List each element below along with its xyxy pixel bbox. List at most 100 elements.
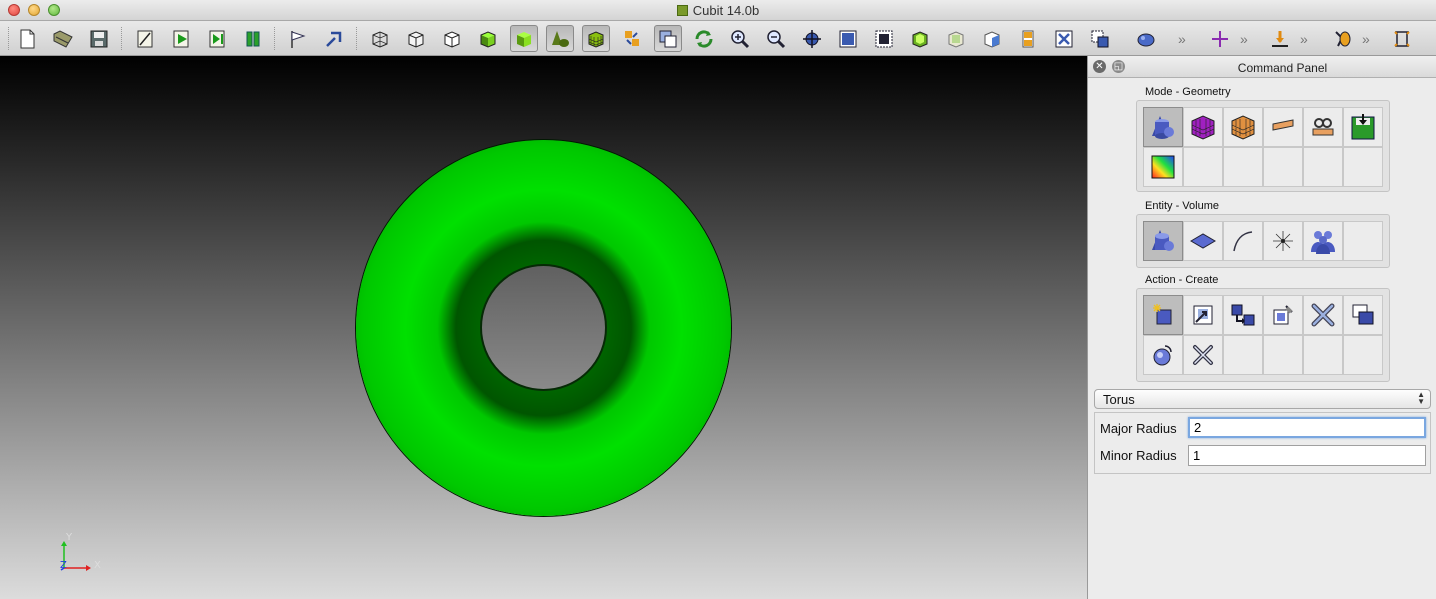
fit-selected-button[interactable] xyxy=(870,25,898,52)
fit-selected-icon xyxy=(875,30,893,47)
minor-radius-label: Minor Radius xyxy=(1100,448,1177,463)
copy-icon xyxy=(1231,304,1255,326)
mode-mesh-button[interactable] xyxy=(1183,107,1223,147)
navigate-button[interactable] xyxy=(1132,25,1160,52)
play-step-button[interactable] xyxy=(203,25,231,52)
zoom-window-button[interactable] xyxy=(1050,25,1078,52)
save-file-button[interactable] xyxy=(85,25,113,52)
transform-icon xyxy=(1193,305,1213,325)
entity-group-button[interactable] xyxy=(1303,221,1343,261)
view-mesh-button[interactable] xyxy=(582,25,610,52)
play-journal-icon xyxy=(173,30,189,47)
mode-analysis-button[interactable] xyxy=(1143,147,1183,187)
action-modify-button[interactable] xyxy=(1263,295,1303,335)
view-transparent-button[interactable] xyxy=(618,25,646,52)
plus-point-icon xyxy=(1212,30,1228,47)
entity-vertex-button[interactable] xyxy=(1263,221,1303,261)
open-file-button[interactable] xyxy=(49,25,77,52)
title-bar: Cubit 14.0b xyxy=(0,0,1436,21)
major-radius-input[interactable] xyxy=(1188,417,1426,438)
panel-title: Command Panel xyxy=(1237,61,1328,75)
import-button[interactable] xyxy=(1266,25,1294,52)
mode-material-button[interactable] xyxy=(1303,107,1343,147)
mode-group xyxy=(1136,100,1390,192)
flag-button[interactable] xyxy=(284,25,312,52)
entity-surface-button[interactable] xyxy=(1183,221,1223,261)
view-geometry-button[interactable] xyxy=(546,25,574,52)
crosshair-icon xyxy=(803,29,821,48)
view-hidden-line-button[interactable] xyxy=(402,25,430,52)
entity-label: Entity - Volume xyxy=(1145,200,1219,212)
torus-hole xyxy=(480,264,607,391)
toolbar-separator xyxy=(121,27,123,50)
action-boolean-button[interactable] xyxy=(1343,295,1383,335)
surface-icon xyxy=(1190,233,1216,249)
mode-export-button[interactable] xyxy=(1343,107,1383,147)
mode-boundary-button[interactable] xyxy=(1263,107,1303,147)
toolbar-overflow-chevron[interactable]: » xyxy=(1178,31,1186,47)
geometry-shapes-icon xyxy=(552,30,569,47)
view-side-button[interactable] xyxy=(1014,25,1042,52)
journal-edit-button[interactable] xyxy=(131,25,159,52)
hidden-line-cube-icon xyxy=(408,30,424,48)
triad-z-label: Z xyxy=(60,560,67,571)
action-delete-button[interactable] xyxy=(1303,295,1343,335)
view-wireframe-button[interactable] xyxy=(366,25,394,52)
graphics-viewport[interactable]: Y X Z xyxy=(0,56,1087,599)
toolbar-separator xyxy=(8,27,10,50)
undo-icon xyxy=(326,31,342,47)
fit-screen-button[interactable] xyxy=(834,25,862,52)
outline-cube-icon xyxy=(444,30,460,48)
view-outline-button[interactable] xyxy=(438,25,466,52)
view-smooth-button[interactable] xyxy=(510,25,538,52)
webcut-icon xyxy=(1153,345,1172,366)
main-toolbar: » » » » xyxy=(0,21,1436,56)
center-view-button[interactable] xyxy=(798,25,826,52)
point-button[interactable] xyxy=(1206,25,1234,52)
analysis-icon xyxy=(1151,155,1175,179)
shape-type-select[interactable]: Torus ▲ ▼ xyxy=(1094,389,1431,409)
view-top-button[interactable] xyxy=(942,25,970,52)
action-empty-slot xyxy=(1263,335,1303,375)
zoom-out-button[interactable] xyxy=(762,25,790,52)
undo-button[interactable] xyxy=(320,25,348,52)
view-iso-button[interactable] xyxy=(906,25,934,52)
action-webcut-button[interactable] xyxy=(1143,335,1183,375)
mode-geometry-button[interactable] xyxy=(1143,107,1183,147)
mode-empty-slot xyxy=(1303,147,1343,187)
iso-cube-icon xyxy=(912,30,928,48)
pause-button[interactable] xyxy=(239,25,267,52)
toolbar-separator xyxy=(274,27,276,50)
toolbar-overflow-chevron[interactable]: » xyxy=(1300,31,1308,47)
action-create-button[interactable] xyxy=(1143,295,1183,335)
action-transform-button[interactable] xyxy=(1183,295,1223,335)
measure-button[interactable] xyxy=(1388,25,1416,52)
top-view-icon xyxy=(948,30,964,48)
new-file-button[interactable] xyxy=(13,25,41,52)
select-box-button[interactable] xyxy=(654,25,682,52)
delete-icon xyxy=(1311,303,1335,327)
refresh-button[interactable] xyxy=(690,25,718,52)
transparent-icon xyxy=(625,30,639,46)
smooth-cube-icon xyxy=(517,31,531,47)
action-empty-slot xyxy=(1223,335,1263,375)
toolbar-overflow-chevron[interactable]: » xyxy=(1240,31,1248,47)
play-journal-button[interactable] xyxy=(167,25,195,52)
entity-volume-button[interactable] xyxy=(1143,221,1183,261)
action-cleanup-button[interactable] xyxy=(1183,335,1223,375)
view-shaded-button[interactable] xyxy=(474,25,502,52)
tools-button[interactable] xyxy=(1328,25,1356,52)
mode-mesh-quality-button[interactable] xyxy=(1223,107,1263,147)
create-icon xyxy=(1153,304,1172,325)
entity-curve-button[interactable] xyxy=(1223,221,1263,261)
mode-empty-slot xyxy=(1343,147,1383,187)
minor-radius-input[interactable] xyxy=(1188,445,1426,466)
torus-parameter-form: Major Radius Minor Radius xyxy=(1094,412,1431,474)
boundary-icon xyxy=(1272,119,1294,131)
rubberband-button[interactable] xyxy=(1086,25,1114,52)
zoom-in-button[interactable] xyxy=(726,25,754,52)
toolbar-overflow-chevron[interactable]: » xyxy=(1362,31,1370,47)
view-front-button[interactable] xyxy=(978,25,1006,52)
action-copy-button[interactable] xyxy=(1223,295,1263,335)
new-file-icon xyxy=(20,29,35,48)
